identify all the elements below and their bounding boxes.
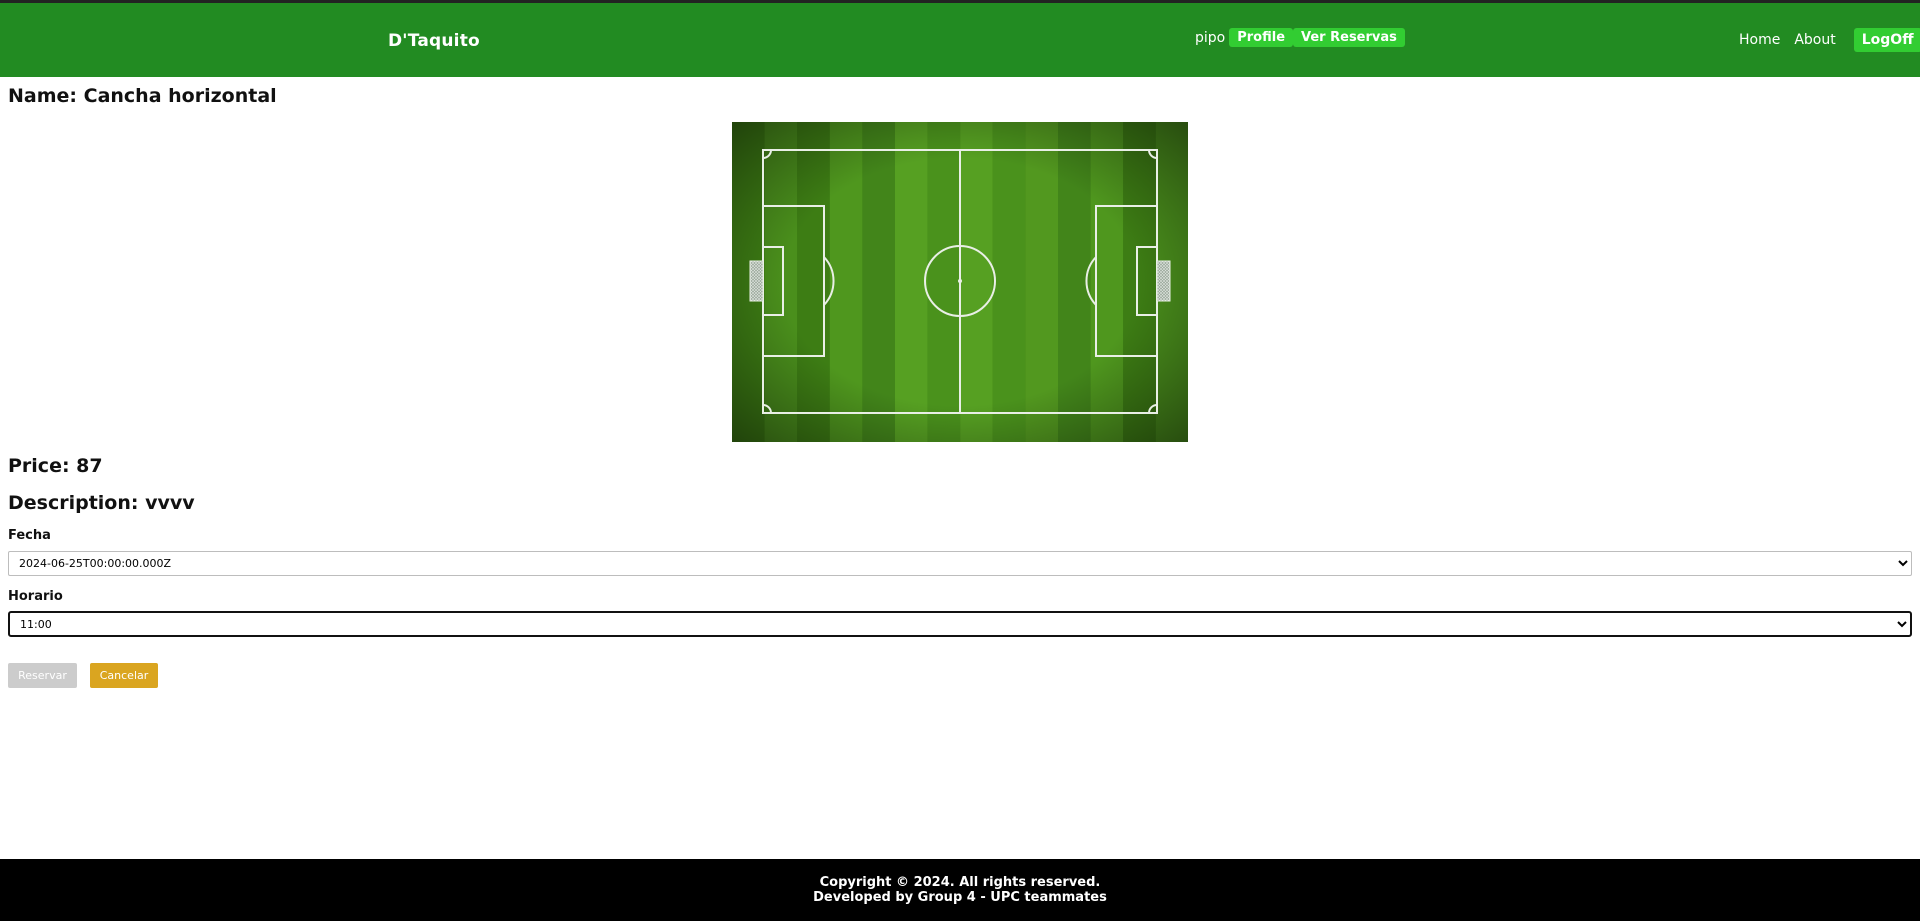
cancelar-button[interactable]: Cancelar [90,663,158,688]
brand-logo[interactable]: D'Taquito [388,31,480,51]
logoff-button[interactable]: LogOff [1853,28,1920,52]
footer-credits: Developed by Group 4 - UPC teammates [813,890,1107,905]
nav-links: Home About LogOff [1739,28,1920,52]
price-heading: Price: 87 [8,455,103,477]
horario-select[interactable]: 11:00 [8,611,1912,637]
footer-copyright: Copyright © 2024. All rights reserved. [819,875,1101,890]
top-navbar: D'Taquito pipo Profile Ver Reservas Home… [0,0,1920,77]
fecha-label: Fecha [8,528,51,543]
user-area: pipo Profile Ver Reservas [1195,28,1405,47]
page: D'Taquito pipo Profile Ver Reservas Home… [0,0,1920,921]
profile-button[interactable]: Profile [1229,28,1294,47]
reservar-button[interactable]: Reservar [8,663,77,688]
footer: Copyright © 2024. All rights reserved. D… [0,859,1920,921]
nav-home-link[interactable]: Home [1739,32,1780,48]
username: pipo [1195,29,1226,46]
field-name-heading: Name: Cancha horizontal [8,85,277,107]
description-heading: Description: vvvv [8,492,195,514]
soccer-field-image [732,122,1188,442]
ver-reservas-button[interactable]: Ver Reservas [1293,28,1405,47]
fecha-select[interactable]: 2024-06-25T00:00:00.000Z [8,551,1912,576]
horario-label: Horario [8,589,63,604]
nav-about-link[interactable]: About [1794,32,1835,48]
